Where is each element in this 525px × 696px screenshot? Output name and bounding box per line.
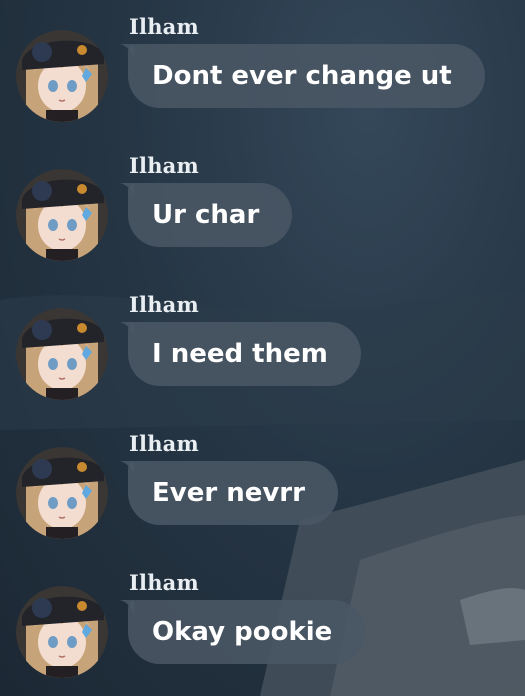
chat-message: Ilham Dont ever change ut <box>0 0 525 122</box>
character-avatar-icon[interactable] <box>16 308 108 400</box>
sender-name: Ilham <box>129 153 199 178</box>
sender-name: Ilham <box>129 14 199 39</box>
message-bubble[interactable]: I need them <box>128 322 361 386</box>
chat-message: Ilham Ever nevrr <box>0 417 525 539</box>
sender-name: Ilham <box>129 570 199 595</box>
character-avatar-icon[interactable] <box>16 586 108 678</box>
character-avatar-icon[interactable] <box>16 447 108 539</box>
message-bubble[interactable]: Okay pookie <box>128 600 366 664</box>
chat-message: Ilham Okay pookie <box>0 556 525 678</box>
chat-message: Ilham I need them <box>0 278 525 400</box>
sender-name: Ilham <box>129 431 199 456</box>
message-bubble[interactable]: Ur char <box>128 183 293 247</box>
character-avatar-icon[interactable] <box>16 169 108 261</box>
message-bubble[interactable]: Dont ever change ut <box>128 44 485 108</box>
character-avatar-icon[interactable] <box>16 30 108 122</box>
chat-message: Ilham Ur char <box>0 139 525 261</box>
message-bubble[interactable]: Ever nevrr <box>128 461 338 525</box>
sender-name: Ilham <box>129 292 199 317</box>
